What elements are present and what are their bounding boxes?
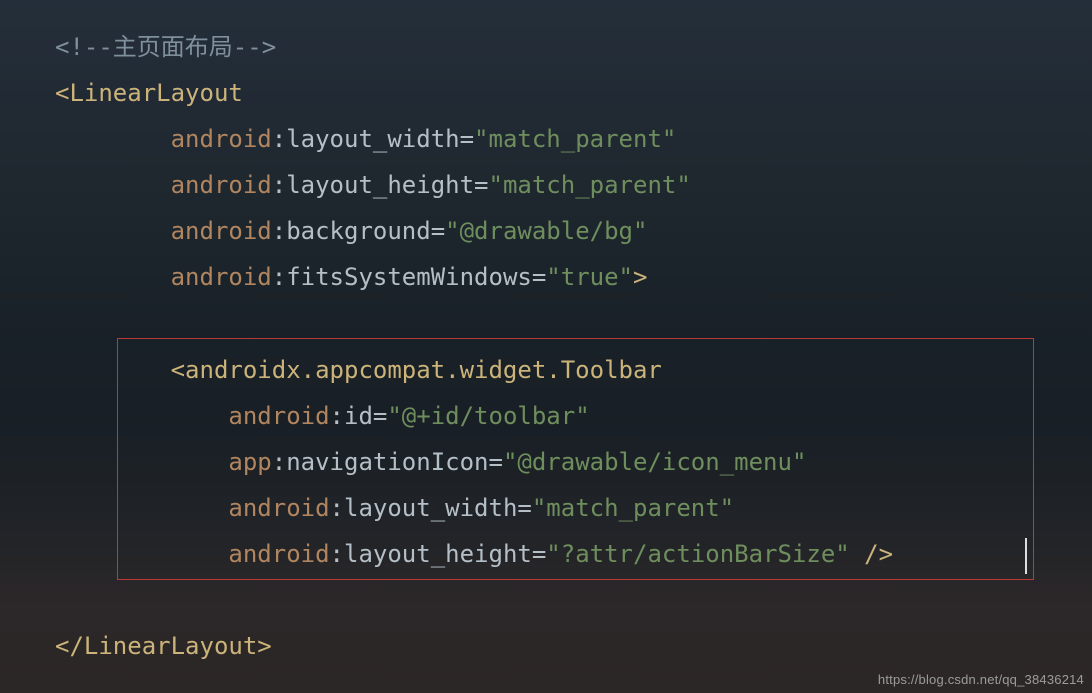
ns-android: android — [171, 171, 272, 199]
indent — [55, 171, 171, 199]
ns-android: android — [171, 217, 272, 245]
equals: = — [517, 494, 531, 522]
val-match-parent: "match_parent" — [532, 494, 734, 522]
attr-layout-height: layout_height — [286, 171, 474, 199]
colon: : — [272, 448, 286, 476]
attr-background: background — [286, 217, 431, 245]
equals: = — [532, 263, 546, 291]
angle-close: > — [633, 263, 647, 291]
equals: = — [431, 217, 445, 245]
colon: : — [272, 263, 286, 291]
indent — [55, 263, 171, 291]
colon: : — [272, 217, 286, 245]
ns-app: app — [228, 448, 271, 476]
indent — [55, 356, 171, 384]
colon: : — [330, 402, 344, 430]
indent — [55, 125, 171, 153]
tag-linearlayout-close: </LinearLayout> — [55, 632, 272, 660]
angle-open: < — [55, 79, 69, 107]
equals: = — [474, 171, 488, 199]
equals: = — [489, 448, 503, 476]
self-close: /> — [850, 540, 893, 568]
equals: = — [532, 540, 546, 568]
tag-toolbar: androidx.appcompat.widget.Toolbar — [185, 356, 662, 384]
ns-android: android — [228, 494, 329, 522]
indent — [55, 448, 228, 476]
watermark-text: https://blog.csdn.net/qq_38436214 — [878, 672, 1084, 687]
val-match-parent: "match_parent" — [489, 171, 691, 199]
ns-android: android — [171, 263, 272, 291]
indent — [55, 402, 228, 430]
attr-layout-width: layout_width — [344, 494, 517, 522]
code-block: <!--主页面布局--> <LinearLayout android:layou… — [55, 24, 893, 669]
comment-close: --> — [233, 33, 276, 61]
comment-text: 主页面布局 — [113, 33, 233, 61]
angle-open: < — [171, 356, 185, 384]
attr-layout-height: layout_height — [344, 540, 532, 568]
attr-fitssystemwindows: fitsSystemWindows — [286, 263, 532, 291]
attr-layout-width: layout_width — [286, 125, 459, 153]
colon: : — [272, 125, 286, 153]
attr-id: id — [344, 402, 373, 430]
colon: : — [272, 171, 286, 199]
ns-android: android — [171, 125, 272, 153]
colon: : — [330, 494, 344, 522]
val-match-parent: "match_parent" — [474, 125, 676, 153]
val-id-toolbar: "@+id/toolbar" — [387, 402, 589, 430]
val-icon-menu: "@drawable/icon_menu" — [503, 448, 806, 476]
colon: : — [330, 540, 344, 568]
ns-android: android — [228, 402, 329, 430]
indent — [55, 217, 171, 245]
val-true: "true" — [546, 263, 633, 291]
val-actionbar: "?attr/actionBarSize" — [546, 540, 849, 568]
tag-linearlayout: LinearLayout — [69, 79, 242, 107]
equals: = — [460, 125, 474, 153]
indent — [55, 494, 228, 522]
comment-open: <!-- — [55, 33, 113, 61]
val-drawable-bg: "@drawable/bg" — [445, 217, 647, 245]
equals: = — [373, 402, 387, 430]
ns-android: android — [228, 540, 329, 568]
attr-navigationicon: navigationIcon — [286, 448, 488, 476]
indent — [55, 540, 228, 568]
